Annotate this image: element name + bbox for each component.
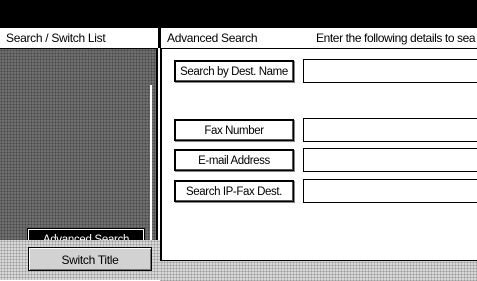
dest-name-field[interactable]: [303, 59, 477, 83]
advanced-search-title: Advanced Search: [167, 31, 258, 45]
panel-divider: [150, 85, 152, 265]
fax-number-button[interactable]: Fax Number: [174, 119, 294, 141]
fax-number-field[interactable]: [303, 118, 477, 142]
search-ipfax-dest-button[interactable]: Search IP-Fax Dest.: [174, 180, 294, 202]
search-switch-list-title: Search / Switch List: [6, 31, 106, 45]
email-address-button[interactable]: E-mail Address: [174, 149, 294, 171]
advanced-search-body: Search by Dest. Name Fax Number E-mail A…: [160, 48, 477, 260]
search-switch-list-panel: Search / Switch List Advanced Search Swi…: [0, 28, 160, 280]
switch-title-button[interactable]: Switch Title: [28, 247, 152, 271]
search-by-dest-name-button[interactable]: Search by Dest. Name: [174, 60, 294, 82]
search-switch-list-body: Advanced Search: [0, 48, 158, 265]
main-footer: [160, 260, 477, 281]
ipfax-dest-field[interactable]: [303, 179, 477, 203]
search-switch-list-header: Search / Switch List: [0, 28, 160, 48]
instruction-text: Enter the following details to sea: [316, 31, 476, 45]
top-status-bar: [0, 0, 477, 28]
email-address-field[interactable]: [303, 148, 477, 172]
left-footer: Switch Title: [0, 240, 160, 280]
advanced-search-header: Advanced Search Enter the following deta…: [160, 28, 477, 48]
advanced-search-panel: Advanced Search Enter the following deta…: [160, 28, 477, 281]
